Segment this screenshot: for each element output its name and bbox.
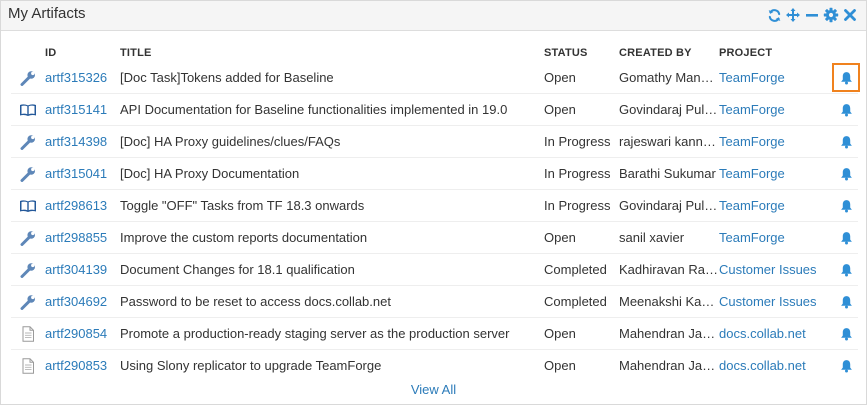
artifact-title: Promote a production-ready staging serve… [120, 326, 510, 341]
artifact-created-by: Meenakshi Ka… [619, 294, 715, 309]
table-row[interactable]: artf290854 Promote a production-ready sta… [11, 318, 858, 350]
wrench-icon [19, 230, 37, 246]
wrench-icon [19, 262, 37, 278]
bell-icon[interactable] [832, 95, 860, 124]
view-all-link[interactable]: View All [1, 382, 866, 397]
widget-title: My Artifacts [8, 5, 86, 22]
artifact-project-link[interactable]: TeamForge [719, 62, 829, 94]
artifact-project-link[interactable]: docs.collab.net [719, 350, 829, 382]
artifact-title: Toggle "OFF" Tasks from TF 18.3 onwards [120, 198, 365, 213]
artifact-project-link[interactable]: Customer Issues [719, 286, 829, 318]
wrench-icon [19, 70, 37, 86]
artifact-project-link[interactable]: TeamForge [719, 126, 829, 158]
artifact-project-link[interactable]: TeamForge [719, 190, 829, 222]
artifact-status: In Progress [544, 166, 611, 181]
artifact-title: Using Slony replicator to upgrade TeamFo… [120, 358, 382, 373]
bell-icon[interactable] [832, 255, 860, 284]
artifact-created-by: Govindaraj Pul… [619, 102, 718, 117]
artifact-created-by: Kadhiravan Ra… [619, 262, 718, 277]
widget-header: My Artifacts [1, 1, 866, 31]
artifact-id-link[interactable]: artf315041 [45, 158, 119, 190]
document-icon [19, 358, 37, 374]
table-row[interactable]: artf314398 [Doc] HA Proxy guidelines/clue… [11, 126, 858, 158]
artifact-id-link[interactable]: artf304139 [45, 254, 119, 286]
artifact-created-by: Barathi Sukumar [619, 166, 716, 181]
artifact-created-by: Mahendran Ja… [619, 326, 716, 341]
bell-icon[interactable] [832, 191, 860, 220]
artifact-id-link[interactable]: artf290854 [45, 318, 119, 350]
table-row[interactable]: artf315141 API Documentation for Baseline… [11, 94, 858, 126]
artifact-status: Open [544, 102, 576, 117]
bell-icon[interactable] [832, 159, 860, 188]
bell-icon[interactable] [832, 319, 860, 348]
bell-icon[interactable] [832, 63, 860, 92]
artifact-project-link[interactable]: Customer Issues [719, 254, 829, 286]
artifact-id-link[interactable]: artf298855 [45, 222, 119, 254]
artifact-status: Open [544, 326, 576, 341]
artifact-id-link[interactable]: artf315141 [45, 94, 119, 126]
artifact-created-by: sanil xavier [619, 230, 685, 245]
column-header-title[interactable]: TITLE [120, 47, 152, 59]
book-icon [19, 198, 37, 214]
artifact-status: In Progress [544, 134, 611, 149]
column-header-status[interactable]: STATUS [544, 47, 588, 59]
column-header-id[interactable]: ID [45, 47, 56, 59]
table-row[interactable]: artf315326 [Doc Task]Tokens added for Bas… [11, 62, 860, 94]
artifact-id-link[interactable]: artf315326 [45, 62, 119, 94]
artifact-project-link[interactable]: TeamForge [719, 222, 829, 254]
table-row[interactable]: artf304139 Document Changes for 18.1 qual… [11, 254, 858, 286]
close-icon[interactable] [842, 7, 858, 23]
bell-icon[interactable] [832, 351, 860, 380]
wrench-icon [19, 166, 37, 182]
book-icon [19, 102, 37, 118]
table-row[interactable]: artf298855 Improve the custom reports doc… [11, 222, 858, 254]
artifact-created-by: Mahendran Ja… [619, 358, 716, 373]
settings-icon[interactable] [823, 7, 839, 23]
minimize-icon[interactable] [804, 7, 820, 23]
header-tools [766, 4, 858, 26]
bell-icon[interactable] [832, 127, 860, 156]
column-header-project[interactable]: PROJECT [719, 47, 772, 59]
artifact-id-link[interactable]: artf298613 [45, 190, 119, 222]
artifact-status: Open [544, 358, 576, 373]
bell-icon[interactable] [832, 223, 860, 252]
artifact-status: Completed [544, 262, 607, 277]
artifact-status: In Progress [544, 198, 611, 213]
column-header-created-by[interactable]: CREATED BY [619, 47, 692, 59]
artifact-title: [Doc] HA Proxy Documentation [120, 166, 300, 181]
table-row[interactable]: artf315041 [Doc] HA Proxy Documentation In… [11, 158, 858, 190]
artifact-project-link[interactable]: TeamForge [719, 158, 829, 190]
artifact-title: Improve the custom reports documentation [120, 230, 368, 245]
my-artifacts-widget: My Artifacts ID TITLE STATUS CREATED BY … [0, 0, 867, 405]
artifact-status: Open [544, 70, 576, 85]
artifact-title: API Documentation for Baseline functiona… [120, 102, 508, 117]
artifact-created-by: Gomathy Man… [619, 70, 714, 85]
artifact-status: Completed [544, 294, 607, 309]
refresh-icon[interactable] [766, 7, 782, 23]
move-icon[interactable] [785, 7, 801, 23]
artifact-title: Password to be reset to access docs.coll… [120, 294, 391, 309]
artifact-created-by: rajeswari kann… [619, 134, 716, 149]
artifact-created-by: Govindaraj Pul… [619, 198, 718, 213]
artifact-status: Open [544, 230, 576, 245]
table-row[interactable]: artf304692 Password to be reset to access… [11, 286, 858, 318]
artifact-id-link[interactable]: artf290853 [45, 350, 119, 382]
document-icon [19, 326, 37, 342]
wrench-icon [19, 294, 37, 310]
artifact-title: Document Changes for 18.1 qualification [120, 262, 355, 277]
wrench-icon [19, 134, 37, 150]
table-row[interactable]: artf298613 Toggle "OFF" Tasks from TF 18.… [11, 190, 858, 222]
artifact-id-link[interactable]: artf314398 [45, 126, 119, 158]
artifact-project-link[interactable]: docs.collab.net [719, 318, 829, 350]
artifact-title: [Doc] HA Proxy guidelines/clues/FAQs [120, 134, 341, 149]
bell-icon[interactable] [832, 287, 860, 316]
artifact-title: [Doc Task]Tokens added for Baseline [120, 70, 334, 85]
artifact-id-link[interactable]: artf304692 [45, 286, 119, 318]
artifact-project-link[interactable]: TeamForge [719, 94, 829, 126]
table-row[interactable]: artf290853 Using Slony replicator to upgr… [11, 350, 858, 382]
